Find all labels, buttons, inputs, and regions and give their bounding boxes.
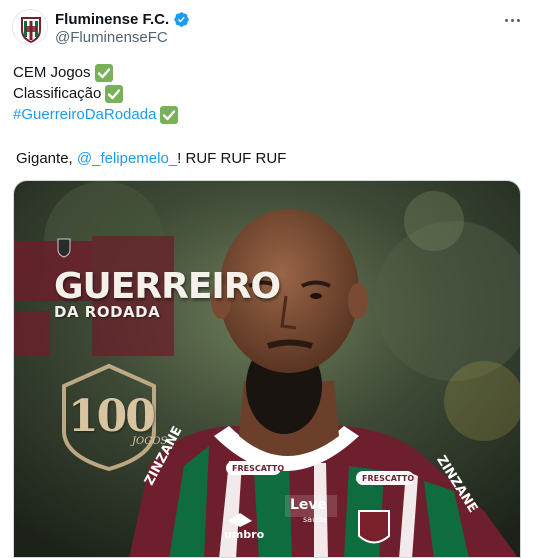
tweet-media-image[interactable]: GUERREIRO DA RODADA 100 JOGOS ZINZANE ZI… <box>13 180 521 558</box>
tweet-line-1-text: CEM Jogos <box>13 64 91 81</box>
fluminense-crest-icon <box>13 10 47 44</box>
tweet-line-3: #GuerreiroDaRodada <box>13 104 179 125</box>
author-name-row: Fluminense F.C. <box>55 10 190 29</box>
author-display-name[interactable]: Fluminense F.C. <box>55 11 169 28</box>
shirt-frescatto-right: FRESCATTO <box>362 474 415 483</box>
media-subtitle: DA RODADA <box>54 303 161 321</box>
shirt-frescatto-left: FRESCATTO <box>232 464 285 473</box>
tweet-line-4: Gigante, @_felipemelo_! RUF RUF RUF <box>16 148 286 169</box>
mention-link[interactable]: @_felipemelo_ <box>77 150 177 167</box>
gigante-prefix: Gigante, <box>16 150 77 167</box>
shirt-saude: saúde <box>303 515 328 524</box>
tweet-line-1: CEM Jogos <box>13 62 178 83</box>
tweet-line-2: Classificação <box>13 83 178 104</box>
badge-number: 100 <box>68 391 156 442</box>
media-title: GUERREIRO <box>54 266 281 307</box>
player-photo <box>14 181 520 557</box>
tweet[interactable]: Fluminense F.C. @FluminenseFC CEM Jogos … <box>0 0 545 558</box>
check-mark-emoji-icon <box>105 84 124 103</box>
verified-badge-icon[interactable] <box>173 11 190 28</box>
avatar[interactable] <box>12 9 48 45</box>
more-options-icon[interactable] <box>500 8 524 32</box>
tweet-line-2-text: Classificação <box>13 85 102 102</box>
tweet-text: CEM Jogos Classificação #GuerreiroDaRoda… <box>13 62 179 125</box>
author-handle[interactable]: @FluminenseFC <box>55 29 168 46</box>
hashtag-link[interactable]: #GuerreiroDaRodada <box>13 104 156 125</box>
shirt-leve: Leve <box>290 497 328 513</box>
shirt-umbro: umbro <box>224 528 265 541</box>
check-mark-emoji-icon <box>160 105 179 124</box>
gigante-suffix: ! RUF RUF RUF <box>177 150 287 167</box>
check-mark-emoji-icon <box>94 63 113 82</box>
